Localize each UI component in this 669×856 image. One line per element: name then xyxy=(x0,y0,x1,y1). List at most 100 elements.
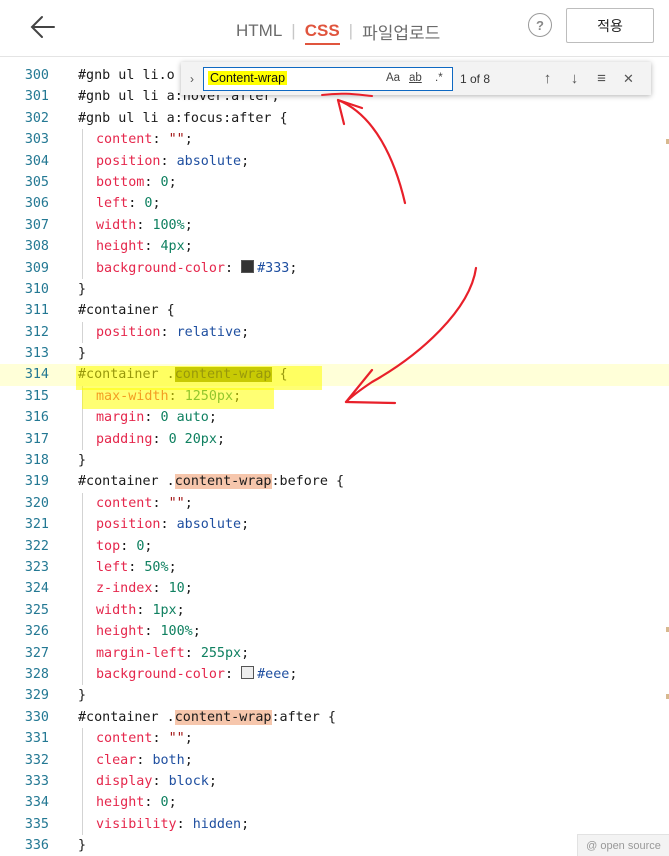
css-property: width xyxy=(96,217,137,233)
line-number: 306 xyxy=(24,196,49,212)
css-property: bottom xyxy=(96,174,145,190)
code-line[interactable]: 333 display: block; xyxy=(0,770,669,793)
indent-guide xyxy=(82,492,83,515)
code-line[interactable]: 330 #container .content-wrap:after { xyxy=(0,707,669,728)
code-text: bottom: 0; xyxy=(96,174,177,190)
code-text: #container { xyxy=(78,303,175,319)
line-number: 316 xyxy=(24,410,49,426)
line-number: 304 xyxy=(24,153,49,169)
code-line[interactable]: 323 left: 50%; xyxy=(0,556,669,579)
line-number: 307 xyxy=(24,217,49,233)
css-property: background-color xyxy=(96,260,225,276)
code-line[interactable]: 302 #gnb ul li a:focus:after { xyxy=(0,108,669,129)
code-line[interactable]: 336} xyxy=(0,835,669,856)
code-line[interactable]: 305 bottom: 0; xyxy=(0,171,669,194)
css-value: 0 auto xyxy=(160,410,209,426)
code-line[interactable]: 308 height: 4px; xyxy=(0,236,669,258)
indent-guide xyxy=(82,813,83,836)
apply-button[interactable]: 적용 xyxy=(566,8,654,43)
code-text: left: 0; xyxy=(96,196,161,212)
code-line[interactable]: 303 content: ""; xyxy=(0,129,669,151)
code-line[interactable]: 324 z-index: 10; xyxy=(0,578,669,600)
css-value: 50% xyxy=(144,559,169,575)
line-number: 334 xyxy=(24,795,49,811)
code-line[interactable]: 311 #container { xyxy=(0,300,669,321)
match-case-icon[interactable]: Aa xyxy=(386,72,400,84)
find-replace-toggle-icon[interactable]: › xyxy=(181,72,203,86)
close-icon[interactable]: ✕ xyxy=(615,71,642,87)
tab-css[interactable]: CSS xyxy=(304,21,340,45)
code-line[interactable]: 325 width: 1px; xyxy=(0,599,669,622)
line-number: 314 xyxy=(24,367,49,383)
css-value: 10 xyxy=(168,581,185,597)
css-property: height xyxy=(96,624,145,640)
selector-text: :after { xyxy=(271,709,337,725)
line-number: 313 xyxy=(24,346,49,362)
next-match-icon[interactable]: ↓ xyxy=(561,70,588,87)
code-text: } xyxy=(78,838,87,854)
indent-guide xyxy=(82,514,83,536)
indent-guide xyxy=(82,171,83,194)
back-arrow-icon[interactable] xyxy=(26,10,60,44)
css-value: #eee xyxy=(257,666,290,682)
code-line[interactable]: 309 background-color: #333; xyxy=(0,257,669,279)
color-swatch[interactable] xyxy=(241,665,255,679)
code-line[interactable]: 313} xyxy=(0,343,669,364)
code-line[interactable]: 316 margin: 0 auto; xyxy=(0,407,669,429)
code-line[interactable]: 332 clear: both; xyxy=(0,749,669,771)
regex-icon[interactable]: .* xyxy=(435,72,443,84)
code-text: position: absolute; xyxy=(96,153,250,169)
code-lines: 300 #gnb ul li.o 301 #gnb ul li a:hover:aft… xyxy=(0,65,669,856)
code-text: content: ""; xyxy=(96,495,193,511)
code-line[interactable]: 317 padding: 0 20px; xyxy=(0,428,669,451)
code-line[interactable]: 334 height: 0; xyxy=(0,792,669,814)
css-value: 0 xyxy=(136,538,145,554)
line-number: 315 xyxy=(24,388,49,404)
css-value: 0 xyxy=(144,196,153,212)
css-value: "" xyxy=(168,731,185,747)
code-line[interactable]: 335 visibility: hidden; xyxy=(0,813,669,836)
css-value: 0 xyxy=(160,174,169,190)
code-editor[interactable]: 300 #gnb ul li.o 301 #gnb ul li a:hover:aft… xyxy=(0,57,669,856)
css-value: 1px xyxy=(152,602,177,618)
code-text: z-index: 10; xyxy=(96,581,193,597)
code-line[interactable]: 307 width: 100%; xyxy=(0,214,669,237)
code-line[interactable]: 327 margin-left: 255px; xyxy=(0,642,669,664)
css-property: visibility xyxy=(96,816,177,832)
line-number: 308 xyxy=(24,239,49,255)
code-line[interactable]: 329} xyxy=(0,685,669,706)
line-number: 310 xyxy=(24,281,49,297)
code-line[interactable]: 322 top: 0; xyxy=(0,535,669,557)
whole-word-icon[interactable]: ab xyxy=(409,72,422,84)
css-value: "" xyxy=(168,132,185,148)
code-text: height: 0; xyxy=(96,795,177,811)
code-line[interactable]: 328 background-color: #eee; xyxy=(0,663,669,686)
code-line[interactable]: 318} xyxy=(0,450,669,471)
line-number: 329 xyxy=(24,688,49,704)
code-line[interactable]: 331 content: ""; xyxy=(0,728,669,750)
tab-html[interactable]: HTML xyxy=(236,21,282,41)
indent-guide xyxy=(82,642,83,664)
code-line[interactable]: 310} xyxy=(0,279,669,300)
code-line[interactable]: 306 left: 0; xyxy=(0,193,669,215)
code-line[interactable]: 312 position: relative; xyxy=(0,321,669,344)
indent-guide xyxy=(82,749,83,771)
indent-guide xyxy=(82,556,83,579)
code-line[interactable]: 321 position: absolute; xyxy=(0,514,669,536)
previous-match-icon[interactable]: ↑ xyxy=(534,70,561,87)
code-line[interactable]: 320 content: ""; xyxy=(0,492,669,515)
line-number: 311 xyxy=(24,303,49,319)
code-line[interactable]: 326 height: 100%; xyxy=(0,621,669,643)
line-number: 312 xyxy=(24,324,49,340)
find-input[interactable]: Content-wrap Aa ab .* xyxy=(203,66,453,91)
indent-guide xyxy=(82,236,83,258)
help-icon[interactable]: ? xyxy=(528,13,552,37)
line-number: 323 xyxy=(24,559,49,575)
indent-guide xyxy=(82,321,83,344)
code-line[interactable]: 319 #container .content-wrap:before { xyxy=(0,471,669,492)
find-in-selection-icon[interactable]: ≡ xyxy=(588,70,615,87)
tab-file-upload[interactable]: 파일업로드 xyxy=(362,19,440,44)
color-swatch[interactable] xyxy=(241,259,255,273)
code-line[interactable]: 304 position: absolute; xyxy=(0,150,669,172)
code-text: content: ""; xyxy=(96,731,193,747)
